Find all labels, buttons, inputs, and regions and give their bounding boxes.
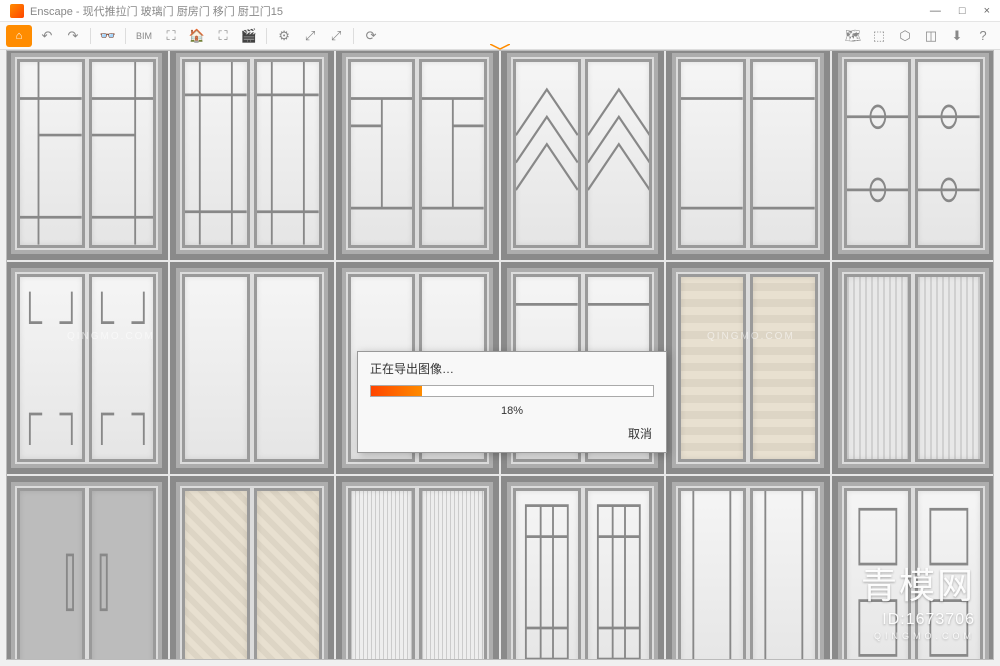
house-icon[interactable]: 🏠 [186, 26, 208, 46]
door-model [336, 50, 499, 260]
door-model [170, 262, 333, 475]
door-model [666, 50, 829, 260]
clapper-icon[interactable]: 🎬 [238, 26, 260, 46]
tool-icon-2[interactable]: ⛶ [212, 26, 234, 46]
door-model [6, 262, 168, 475]
tool-icon-1[interactable]: ⛶ [160, 26, 182, 46]
help-icon[interactable]: ? [972, 26, 994, 46]
binoculars-icon[interactable]: 👓 [97, 26, 119, 46]
map-icon[interactable]: 🗺 [842, 26, 864, 46]
export-icon-1[interactable]: ⤢ [299, 26, 321, 46]
undo-button[interactable]: ↶ [36, 26, 58, 46]
download-icon[interactable]: ⬇ [946, 26, 968, 46]
cancel-button[interactable]: 取消 [628, 427, 652, 441]
door-model [832, 476, 994, 660]
maximize-button[interactable]: □ [959, 5, 966, 17]
cube-icon[interactable]: ⬡ [894, 26, 916, 46]
door-model [6, 50, 168, 260]
progress-bar [370, 385, 654, 397]
export-dialog: 正在导出图像… 18% 取消 [357, 351, 667, 453]
window-title: Enscape - 现代推拉门 玻璃门 厨房门 移门 厨卫门15 [30, 3, 283, 19]
door-model [336, 476, 499, 660]
door-model [666, 262, 829, 475]
dialog-title: 正在导出图像… [358, 352, 666, 381]
door-model [501, 50, 664, 260]
minimize-button[interactable]: — [930, 5, 941, 17]
refresh-icon[interactable]: ⟳ [360, 26, 382, 46]
door-model [832, 262, 994, 475]
settings-icon[interactable]: ⚙ [273, 26, 295, 46]
home-button[interactable]: ⌂ [6, 25, 32, 47]
app-icon [10, 4, 24, 18]
tile-icon[interactable]: ⬚ [868, 26, 890, 46]
door-model [170, 50, 333, 260]
close-button[interactable]: × [984, 5, 990, 17]
export-icon-2[interactable]: ⤢ [325, 26, 347, 46]
titlebar: Enscape - 现代推拉门 玻璃门 厨房门 移门 厨卫门15 — □ × [0, 0, 1000, 22]
viewport[interactable]: QINGMO.COM QINGMO.COM 正在导出图像… 18% 取消 青模网… [6, 50, 994, 660]
window-controls: — □ × [930, 5, 990, 17]
layers-icon[interactable]: ◫ [920, 26, 942, 46]
door-model [666, 476, 829, 660]
door-model [170, 476, 333, 660]
door-model [501, 476, 664, 660]
door-model [832, 50, 994, 260]
door-model [6, 476, 168, 660]
progress-fill [371, 386, 422, 396]
progress-percent: 18% [358, 401, 666, 419]
redo-button[interactable]: ↷ [62, 26, 84, 46]
bim-button[interactable]: BIM [132, 29, 156, 43]
